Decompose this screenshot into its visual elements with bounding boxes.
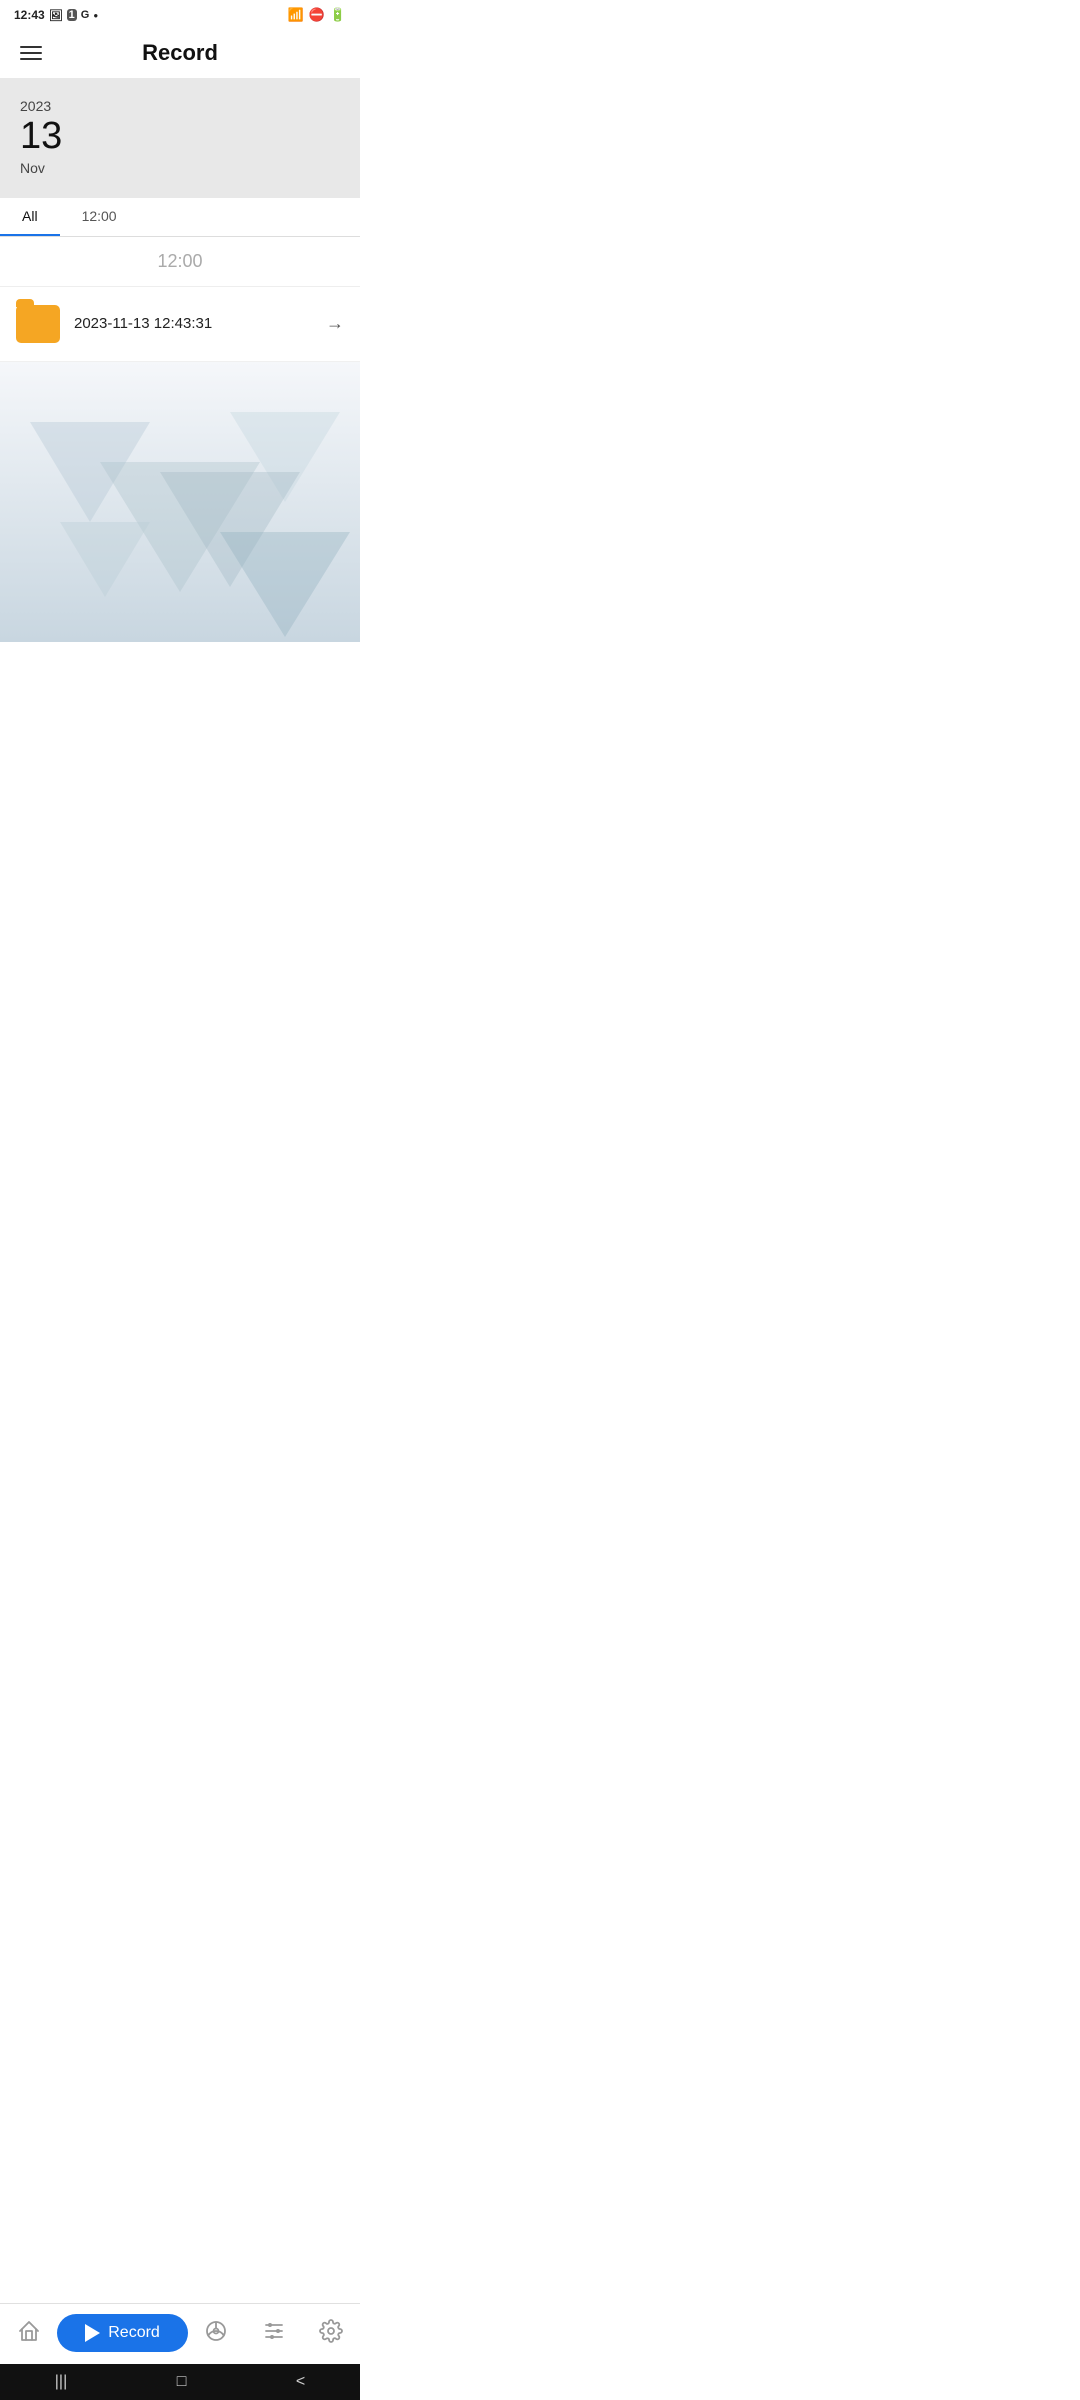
menu-button[interactable] xyxy=(16,42,46,64)
status-g-icon: G xyxy=(81,9,90,21)
wifi-icon: 📶 xyxy=(287,7,303,23)
arrow-right-icon: → xyxy=(326,313,344,334)
nav-settings[interactable] xyxy=(303,2319,360,2348)
folder-icon xyxy=(16,305,60,343)
status-bar: 12:43 🖼 1 G ● 📶 ⛔ 🔋 xyxy=(0,0,360,28)
app-header: Record xyxy=(0,28,360,78)
bottom-nav: Record xyxy=(0,2303,360,2364)
nav-drive[interactable] xyxy=(188,2319,245,2348)
date-panel: 2023 13 Nov xyxy=(0,78,360,198)
filter-tabs: All 12:00 xyxy=(0,198,360,237)
tab-all[interactable]: All xyxy=(0,198,60,236)
system-nav-bar: ||| □ < xyxy=(0,2364,360,2400)
background-decoration xyxy=(0,362,360,642)
sys-recent-button[interactable]: ||| xyxy=(55,2373,67,2391)
tune-icon xyxy=(262,2319,286,2348)
dnd-icon: ⛔ xyxy=(309,7,325,23)
steering-wheel-icon xyxy=(204,2319,228,2348)
page-title: Record xyxy=(142,40,218,66)
record-timestamp: 2023-11-13 12:43:31 xyxy=(74,315,326,332)
status-photo-icon: 🖼 xyxy=(49,9,63,22)
status-time-area: 12:43 🖼 1 G ● xyxy=(14,8,98,22)
sys-home-button[interactable]: □ xyxy=(177,2373,187,2391)
nav-home[interactable] xyxy=(0,2319,57,2348)
home-icon xyxy=(17,2319,41,2348)
status-time: 12:43 xyxy=(14,8,45,22)
nav-tune[interactable] xyxy=(245,2319,302,2348)
date-day: 13 xyxy=(20,116,340,158)
nav-record-label: Record xyxy=(108,2324,160,2342)
deco-triangle-6 xyxy=(220,532,350,637)
deco-triangle-5 xyxy=(60,522,150,597)
status-notif-1: 1 xyxy=(67,9,77,21)
status-dot: ● xyxy=(93,11,98,20)
time-group-header: 12:00 xyxy=(0,237,360,287)
record-list-item[interactable]: 2023-11-13 12:43:31 → xyxy=(0,287,360,362)
play-icon xyxy=(85,2324,100,2342)
date-year: 2023 xyxy=(20,98,340,114)
gear-icon xyxy=(319,2319,343,2348)
nav-record-button[interactable]: Record xyxy=(57,2314,187,2352)
sys-back-button[interactable]: < xyxy=(296,2373,305,2391)
status-icons-right: 📶 ⛔ 🔋 xyxy=(287,7,346,23)
date-month: Nov xyxy=(20,160,340,176)
tab-time[interactable]: 12:00 xyxy=(60,198,139,236)
battery-icon: 🔋 xyxy=(330,7,346,23)
